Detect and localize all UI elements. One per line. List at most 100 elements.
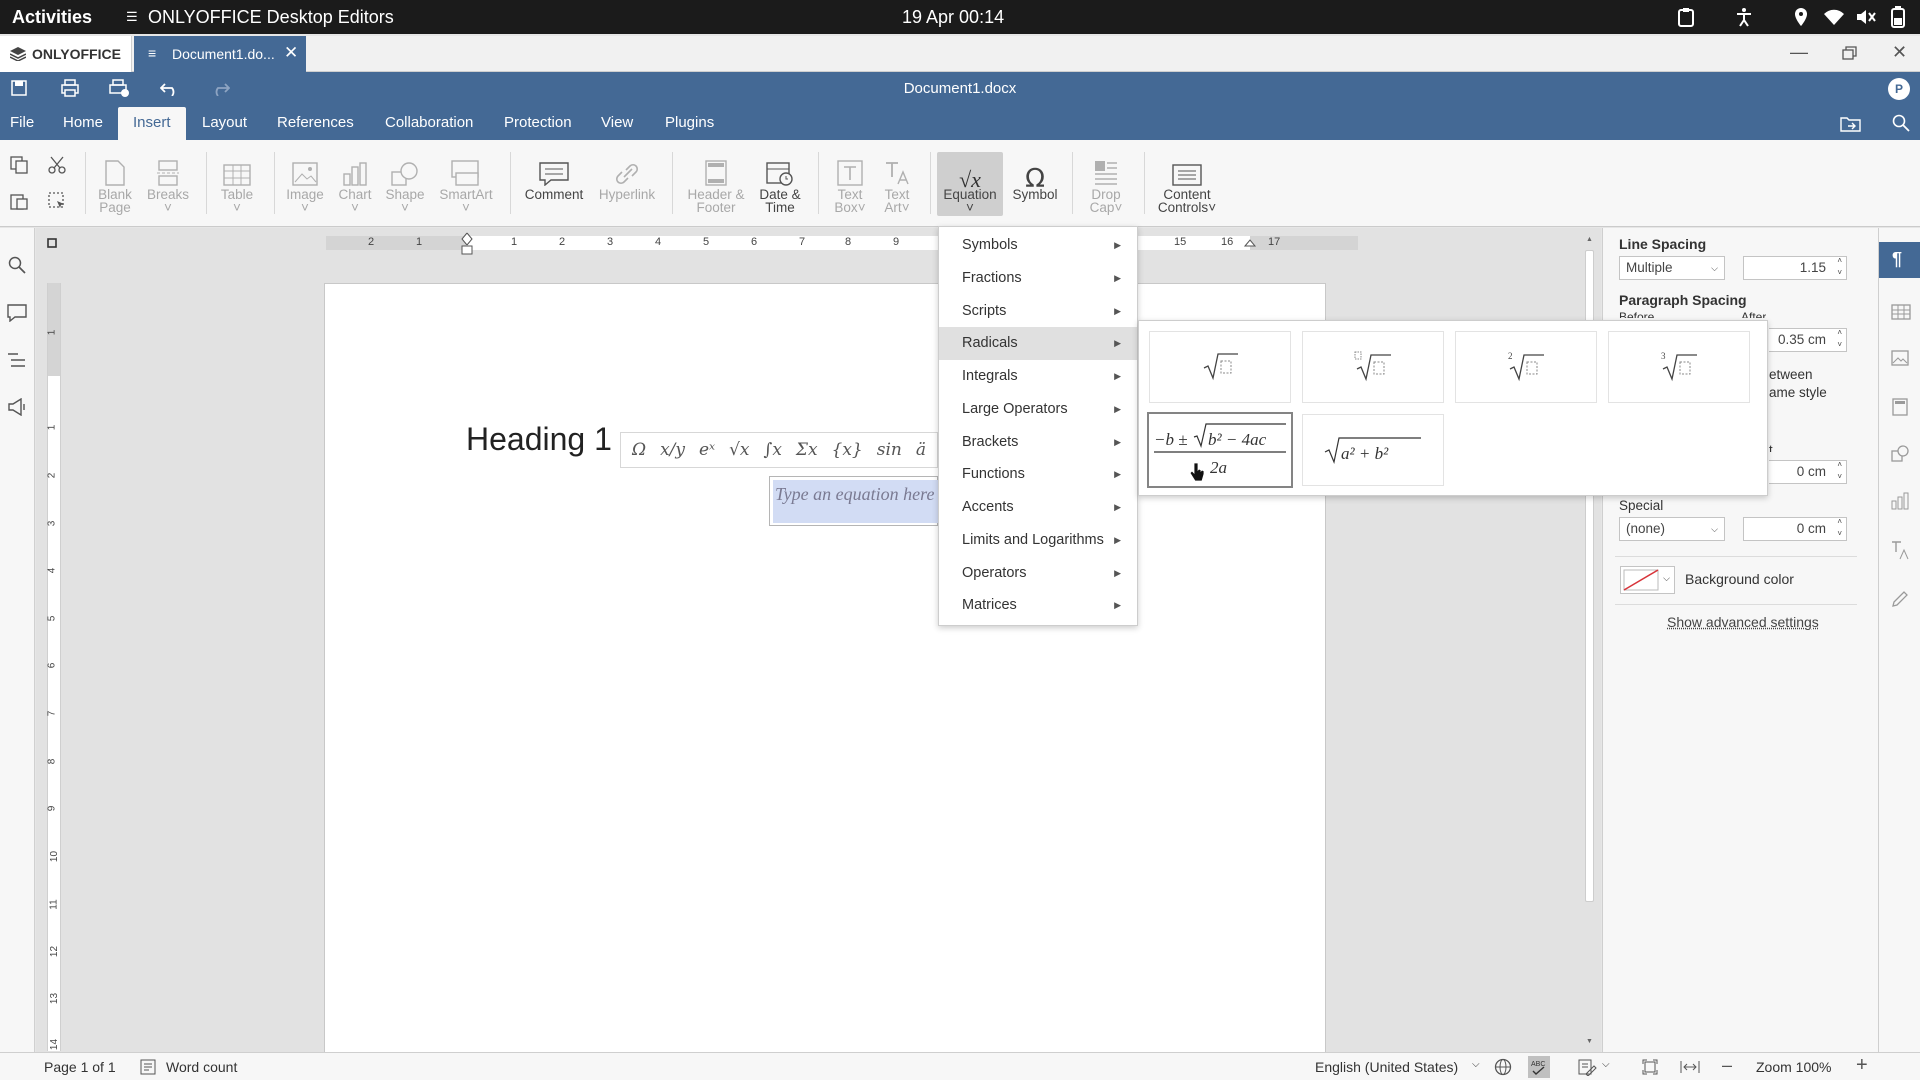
equation-placeholder[interactable]: Type an equation here	[773, 480, 938, 523]
show-advanced-settings-link[interactable]: Show advanced settings	[1667, 614, 1819, 630]
zoom-out-button[interactable]: –	[1722, 1055, 1732, 1076]
function-icon[interactable]: sin	[877, 440, 902, 460]
square-root-template[interactable]	[1149, 331, 1291, 403]
accent-icon[interactable]: ä	[916, 440, 926, 460]
spell-check-button[interactable]: ABC	[1528, 1056, 1550, 1078]
feedback-icon[interactable]	[7, 398, 29, 416]
tab-references[interactable]: References	[262, 107, 369, 140]
square-root-degree-two-template[interactable]: 2	[1455, 331, 1597, 403]
onlyoffice-home-tab[interactable]: ONLYOFFICE	[0, 36, 132, 72]
open-file-location-icon[interactable]	[1840, 116, 1862, 132]
spinner-icon[interactable]: ˄ ˅	[1837, 459, 1842, 483]
tab-collaboration[interactable]: Collaboration	[370, 107, 488, 140]
tab-layout[interactable]: Layout	[187, 107, 262, 140]
fraction-icon[interactable]: x/y	[660, 440, 685, 460]
track-changes-icon[interactable]	[1578, 1058, 1598, 1076]
equation-button[interactable]: √x Equation ˅	[939, 152, 1001, 215]
word-count-icon[interactable]	[140, 1059, 156, 1075]
clipboard-icon[interactable]	[1676, 7, 1696, 27]
pythagorean-root-template[interactable]: a² + b²	[1302, 414, 1444, 486]
document-tab[interactable]: ≡ Document1.do... ✕	[134, 36, 306, 72]
tab-view[interactable]: View	[586, 107, 648, 140]
menu-item-brackets[interactable]: Brackets ▶	[939, 426, 1137, 459]
minimize-window-icon[interactable]: —	[1790, 42, 1808, 63]
fit-to-page-icon[interactable]	[1642, 1059, 1658, 1075]
spinner-icon[interactable]: ˄ ˅	[1837, 327, 1842, 351]
header-footer-button[interactable]: Header & Footer	[686, 152, 746, 214]
copy-icon[interactable]	[10, 156, 28, 174]
navigation-icon[interactable]	[7, 352, 27, 368]
smartart-button[interactable]: SmartArt ˅	[436, 152, 496, 214]
background-color-picker[interactable]: ⌵	[1620, 566, 1675, 594]
app-name[interactable]: ONLYOFFICE Desktop Editors	[148, 0, 394, 34]
menu-item-limits-logarithms[interactable]: Limits and Logarithms ▶	[939, 524, 1137, 557]
drop-cap-button[interactable]: Drop Cap˅	[1076, 152, 1136, 214]
nth-root-template[interactable]	[1302, 331, 1444, 403]
word-count-button[interactable]: Word count	[166, 1059, 237, 1075]
menu-item-operators[interactable]: Operators ▶	[939, 557, 1137, 590]
menu-item-fractions[interactable]: Fractions ▶	[939, 262, 1137, 295]
zoom-in-button[interactable]: +	[1856, 1054, 1868, 1077]
comment-button[interactable]: Comment	[524, 152, 584, 201]
language-select[interactable]: English (United States)	[1315, 1059, 1458, 1075]
volume-muted-icon[interactable]	[1855, 7, 1877, 27]
search-icon[interactable]	[1892, 114, 1910, 132]
paragraph-settings-tab[interactable]: ¶	[1879, 242, 1920, 278]
close-tab-icon[interactable]: ✕	[284, 43, 298, 63]
hyperlink-button[interactable]: Hyperlink	[597, 152, 657, 201]
fit-to-width-icon[interactable]	[1680, 1059, 1700, 1075]
date-time-button[interactable]: Date & Time	[750, 152, 810, 214]
spinner-icon[interactable]: ˄ ˅	[1837, 255, 1842, 279]
integral-icon[interactable]: ∫x	[763, 440, 781, 460]
large-operator-icon[interactable]: Σx	[796, 440, 818, 460]
cube-root-template[interactable]: 3	[1608, 331, 1750, 403]
select-all-icon[interactable]	[48, 192, 66, 210]
blank-page-button[interactable]: Blank Page	[85, 152, 145, 214]
location-icon[interactable]	[1792, 7, 1810, 27]
tab-home[interactable]: Home	[48, 107, 118, 140]
tab-insert[interactable]: Insert	[118, 107, 186, 140]
equation-box[interactable]: Type an equation here	[769, 476, 938, 526]
battery-icon[interactable]	[1890, 6, 1906, 28]
tab-file[interactable]: File	[0, 107, 49, 140]
quadratic-formula-template[interactable]: −b ± b² − 4ac 2a	[1147, 412, 1293, 488]
shape-settings-icon[interactable]	[1891, 444, 1909, 462]
cut-icon[interactable]	[48, 156, 66, 174]
menu-item-integrals[interactable]: Integrals ▶	[939, 360, 1137, 393]
after-spacing-input[interactable]: 0.35 cm ˄ ˅	[1769, 328, 1847, 352]
tab-protection[interactable]: Protection	[489, 107, 587, 140]
paste-icon[interactable]	[10, 192, 28, 210]
table-settings-icon[interactable]	[1891, 304, 1911, 320]
header-footer-settings-icon[interactable]	[1891, 398, 1909, 416]
spinner-icon[interactable]: ˄ ˅	[1837, 516, 1842, 540]
globe-icon[interactable]	[1494, 1058, 1512, 1076]
content-controls-button[interactable]: Content Controls˅	[1152, 152, 1222, 214]
page-indicator[interactable]: Page 1 of 1	[44, 1059, 116, 1075]
tab-plugins[interactable]: Plugins	[650, 107, 729, 140]
menu-item-radicals[interactable]: Radicals ▶	[939, 327, 1137, 360]
breaks-button[interactable]: Breaks ˅	[138, 152, 198, 214]
clock[interactable]: 19 Apr 00:14	[902, 0, 1004, 34]
wifi-icon[interactable]	[1823, 7, 1845, 27]
zoom-level[interactable]: Zoom 100%	[1756, 1059, 1831, 1075]
find-icon[interactable]	[8, 256, 26, 274]
comments-panel-icon[interactable]	[7, 304, 27, 322]
line-spacing-type-select[interactable]: Multiple ⌵	[1619, 256, 1725, 280]
radical-icon[interactable]: √x	[729, 440, 749, 460]
restore-window-icon[interactable]	[1842, 46, 1858, 60]
table-button[interactable]: Table ˅	[207, 152, 267, 214]
menu-item-functions[interactable]: Functions ▶	[939, 458, 1137, 491]
bracket-icon[interactable]: {x}	[832, 440, 863, 460]
chart-settings-icon[interactable]	[1891, 492, 1909, 510]
signature-settings-icon[interactable]	[1891, 588, 1909, 608]
text-art-settings-icon[interactable]	[1891, 540, 1909, 560]
heading-1[interactable]: Heading 1	[466, 421, 612, 458]
activities-button[interactable]: Activities	[12, 0, 92, 34]
line-spacing-value-input[interactable]: 1.15 ˄ ˅	[1743, 256, 1847, 280]
menu-item-symbols[interactable]: Symbols ▶	[939, 229, 1137, 262]
image-settings-icon[interactable]	[1891, 350, 1909, 366]
user-avatar[interactable]: P	[1888, 78, 1910, 100]
text-art-button[interactable]: Text Art˅	[867, 152, 927, 214]
special-amount-input[interactable]: 0 cm ˄ ˅	[1743, 517, 1847, 541]
close-window-icon[interactable]: ✕	[1892, 42, 1907, 63]
